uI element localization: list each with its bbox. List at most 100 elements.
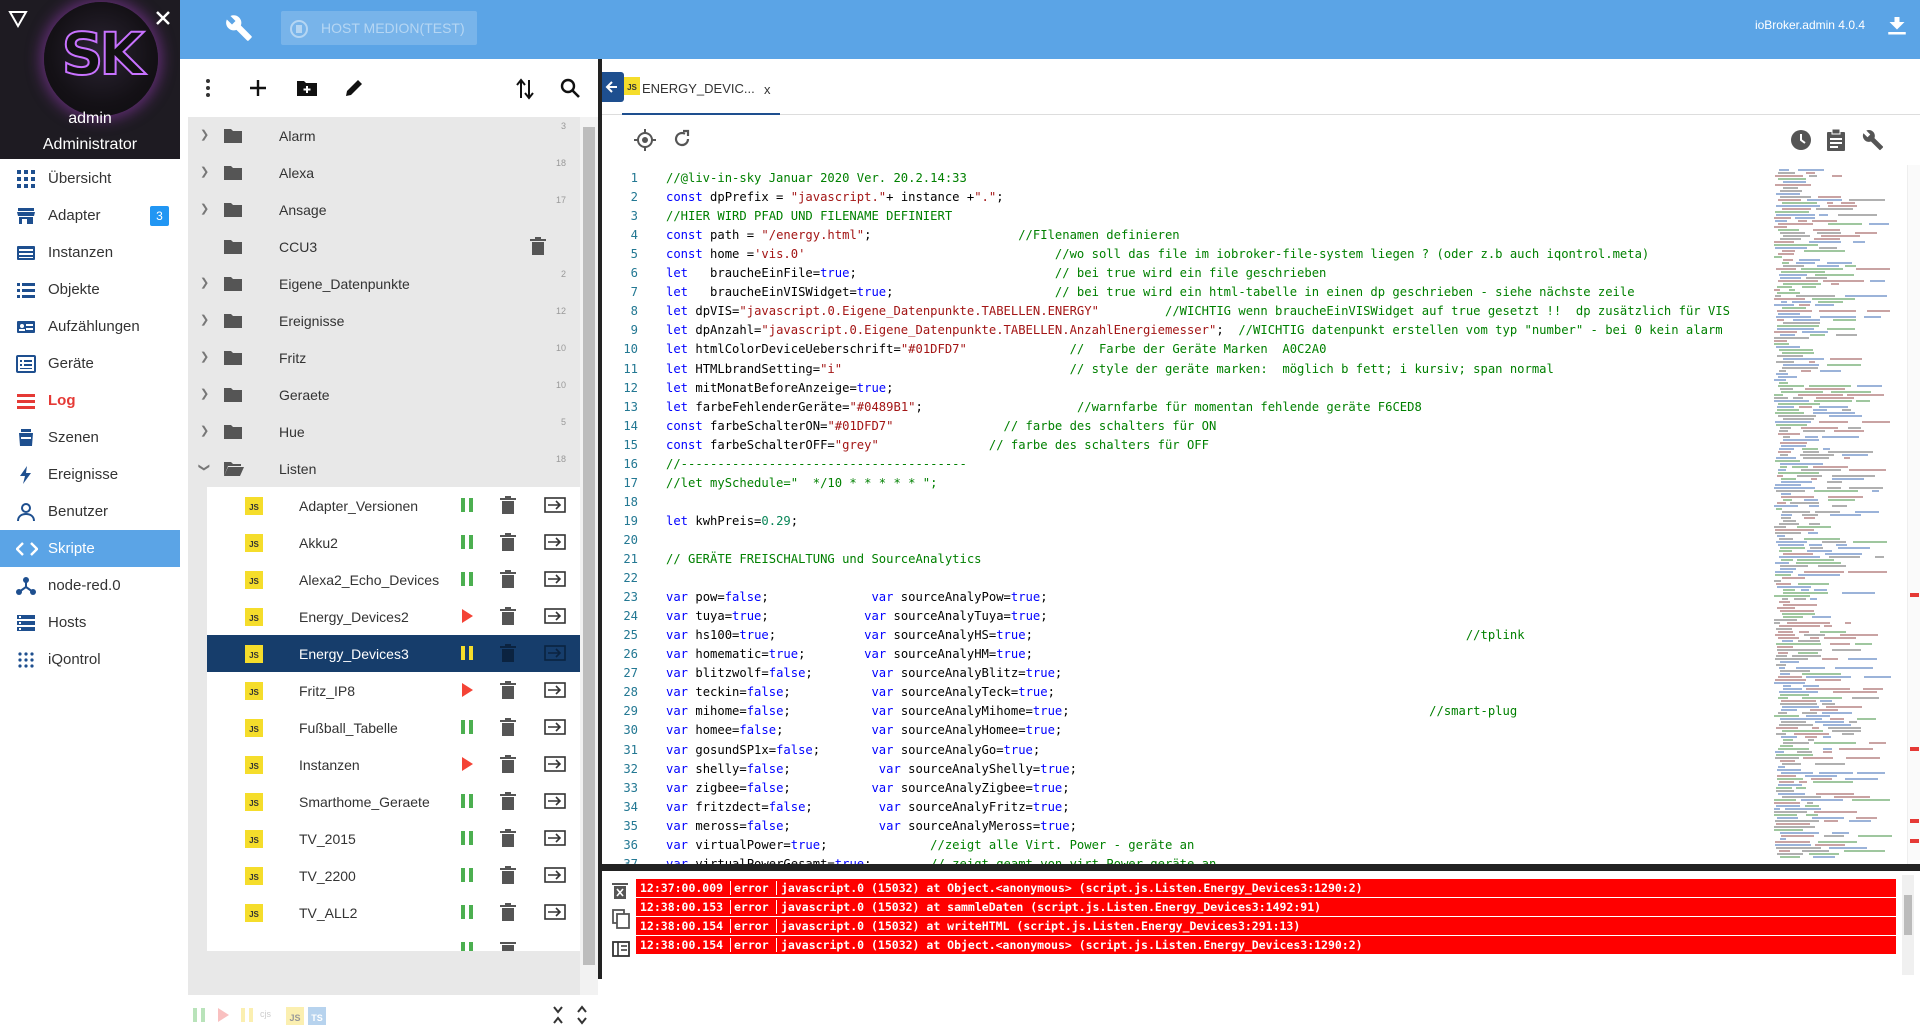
export-icon[interactable]	[544, 830, 566, 846]
code-line[interactable]: 28 var teckin=false; var sourceAnalyTeck=…	[602, 685, 1772, 704]
chevron-right-icon[interactable]: ❯	[200, 424, 209, 437]
script-row[interactable]: JS Energy_Devices2	[207, 598, 580, 635]
filter-coffee-label[interactable]: cjs	[260, 1009, 271, 1019]
pause-icon[interactable]	[460, 793, 474, 809]
export-icon[interactable]	[544, 682, 566, 698]
delete-folder-icon[interactable]	[530, 237, 546, 255]
tab-energy-devices3[interactable]: JS ENERGY_DEVIC... x	[622, 59, 780, 115]
script-row[interactable]: JS Adapter_Versionen	[207, 487, 580, 524]
pause-icon[interactable]	[460, 719, 474, 735]
code-line[interactable]: 12 let mitMonatBeforeAnzeige=true;	[602, 381, 1772, 400]
code-line[interactable]: 22	[602, 571, 1772, 590]
nav-item-objekte[interactable]: Objekte	[0, 271, 180, 308]
folder-row[interactable]: ❯ Alarm 3	[188, 117, 580, 154]
script-row-selected[interactable]: JS Energy_Devices3	[207, 635, 580, 672]
pause-icon[interactable]	[460, 941, 474, 951]
host-selector-button[interactable]: HOST MEDION(TEST)	[281, 11, 477, 45]
delete-icon[interactable]	[500, 607, 516, 625]
pause-icon[interactable]	[460, 904, 474, 920]
filter-js-label[interactable]: JS	[286, 1007, 304, 1025]
code-line[interactable]: 31 var gosundSP1x=false; var sourceAnalyG…	[602, 743, 1772, 762]
nav-item-instanzen[interactable]: Instanzen	[0, 234, 180, 271]
folder-row[interactable]: ❯ Ereignisse 12	[188, 302, 580, 339]
script-row[interactable]: JS Fußball_Tabelle	[207, 709, 580, 746]
script-row[interactable]: JS TV_2200	[207, 857, 580, 894]
chevron-down-icon[interactable]: ❯	[198, 463, 211, 472]
code-line[interactable]: 33 var zigbee=false; var sourceAnalyZigbe…	[602, 781, 1772, 800]
nav-item-node-red[interactable]: node-red.0	[0, 567, 180, 604]
code-line[interactable]: 1 //@liv-in-sky Januar 2020 Ver. 20.2.14:…	[602, 171, 1772, 190]
nav-item-skripte[interactable]: Skripte	[0, 530, 180, 567]
delete-icon[interactable]	[500, 570, 516, 588]
code-line[interactable]: 30 var homee=false; var sourceAnalyHomee=…	[602, 723, 1772, 742]
export-icon[interactable]	[544, 719, 566, 735]
code-line[interactable]: 20	[602, 533, 1772, 552]
expand-all-icon[interactable]	[576, 1005, 588, 1025]
wrench-icon[interactable]	[225, 14, 253, 42]
export-icon[interactable]	[544, 608, 566, 624]
nav-item-szenen[interactable]: Szenen	[0, 419, 180, 456]
log-layout-icon[interactable]	[612, 941, 630, 957]
pause-icon[interactable]	[460, 867, 474, 883]
chevron-right-icon[interactable]: ❯	[200, 165, 209, 178]
delete-icon[interactable]	[500, 940, 516, 951]
play-icon[interactable]	[460, 682, 474, 698]
chevron-right-icon[interactable]: ❯	[200, 202, 209, 215]
code-line[interactable]: 36 var virtualPower=true; //zeigt alle Vi…	[602, 838, 1772, 857]
log-splitter[interactable]	[602, 864, 1920, 871]
clipboard-icon[interactable]	[1826, 129, 1846, 151]
code-line[interactable]: 24 var tuya=true; var sourceAnalyTuya=tru…	[602, 609, 1772, 628]
script-row-partial[interactable]	[207, 931, 580, 951]
edit-pencil-icon[interactable]	[344, 78, 364, 98]
pause-icon[interactable]	[460, 571, 474, 587]
copy-log-icon[interactable]	[612, 909, 630, 929]
delete-icon[interactable]	[500, 533, 516, 551]
export-icon[interactable]	[544, 904, 566, 920]
delete-icon[interactable]	[500, 718, 516, 736]
code-line[interactable]: 15 const farbeSchalterOFF="grey" // farbe…	[602, 438, 1772, 457]
code-line[interactable]: 7 let braucheEinVISWidget=true; // bei tr…	[602, 285, 1772, 304]
close-icon[interactable]	[154, 9, 172, 27]
chevron-right-icon[interactable]: ❯	[200, 313, 209, 326]
nav-item-geraete[interactable]: Geräte	[0, 345, 180, 382]
code-line[interactable]: 32 var shelly=false; var sourceAnalyShell…	[602, 762, 1772, 781]
collapse-all-icon[interactable]	[552, 1005, 564, 1025]
code-line[interactable]: 5 const home ='vis.0' //wo soll das file …	[602, 247, 1772, 266]
play-icon[interactable]	[460, 756, 474, 772]
chevron-right-icon[interactable]: ❯	[200, 128, 209, 141]
script-row[interactable]: JS Alexa2_Echo_Devices	[207, 561, 580, 598]
folder-row[interactable]: ❯ Hue 5	[188, 413, 580, 450]
folder-row[interactable]: ❯ Geraete 10	[188, 376, 580, 413]
code-line[interactable]: 29 var mihome=false; var sourceAnalyMihom…	[602, 704, 1772, 723]
delete-icon[interactable]	[500, 829, 516, 847]
delete-icon[interactable]	[500, 792, 516, 810]
scrollbar-thumb[interactable]	[583, 127, 595, 965]
code-editor[interactable]: 1 //@liv-in-sky Januar 2020 Ver. 20.2.14:…	[602, 165, 1920, 865]
refresh-icon[interactable]	[672, 129, 692, 149]
settings-wrench-icon[interactable]	[1862, 129, 1884, 151]
code-line[interactable]: 6 let braucheEinFile=true; // bei true wi…	[602, 266, 1772, 285]
export-icon[interactable]	[544, 571, 566, 587]
nav-item-iqontrol[interactable]: iQontrol	[0, 641, 180, 678]
code-line[interactable]: 8 let dpVIS="javascript.0.Eigene_Datenpun…	[602, 304, 1772, 323]
export-icon[interactable]	[544, 756, 566, 772]
code-line[interactable]: 10 let htmlColorDeviceUeberschrift="#01DF…	[602, 342, 1772, 361]
nav-item-uebersicht[interactable]: Übersicht	[0, 160, 180, 197]
export-icon[interactable]	[544, 867, 566, 883]
code-line[interactable]: 2 const dpPrefix = "javascript."+ instanc…	[602, 190, 1772, 209]
script-row[interactable]: JS Instanzen	[207, 746, 580, 783]
delete-icon[interactable]	[500, 644, 516, 662]
back-arrow-button[interactable]	[602, 72, 624, 102]
folder-row[interactable]: ❯ Ansage 17	[188, 191, 580, 228]
script-row[interactable]: JS Fritz_IP8	[207, 672, 580, 709]
code-line[interactable]: 9 let dpAnzahl="javascript.0.Eigene_Daten…	[602, 323, 1772, 342]
chevron-right-icon[interactable]: ❯	[200, 387, 209, 400]
code-line[interactable]: 17 //let mySchedule=" */10 * * * * * ";	[602, 476, 1772, 495]
pause-icon[interactable]	[460, 830, 474, 846]
nav-item-adapter[interactable]: Adapter 3	[0, 197, 180, 234]
folder-row-expanded[interactable]: ❯ Listen 18	[188, 450, 580, 487]
code-line[interactable]: 25 var hs100=true; var sourceAnalyHS=true…	[602, 628, 1772, 647]
nav-item-aufzaehlungen[interactable]: Aufzählungen	[0, 308, 180, 345]
add-folder-icon[interactable]	[296, 78, 318, 98]
filter-paused-icon[interactable]	[240, 1007, 254, 1023]
